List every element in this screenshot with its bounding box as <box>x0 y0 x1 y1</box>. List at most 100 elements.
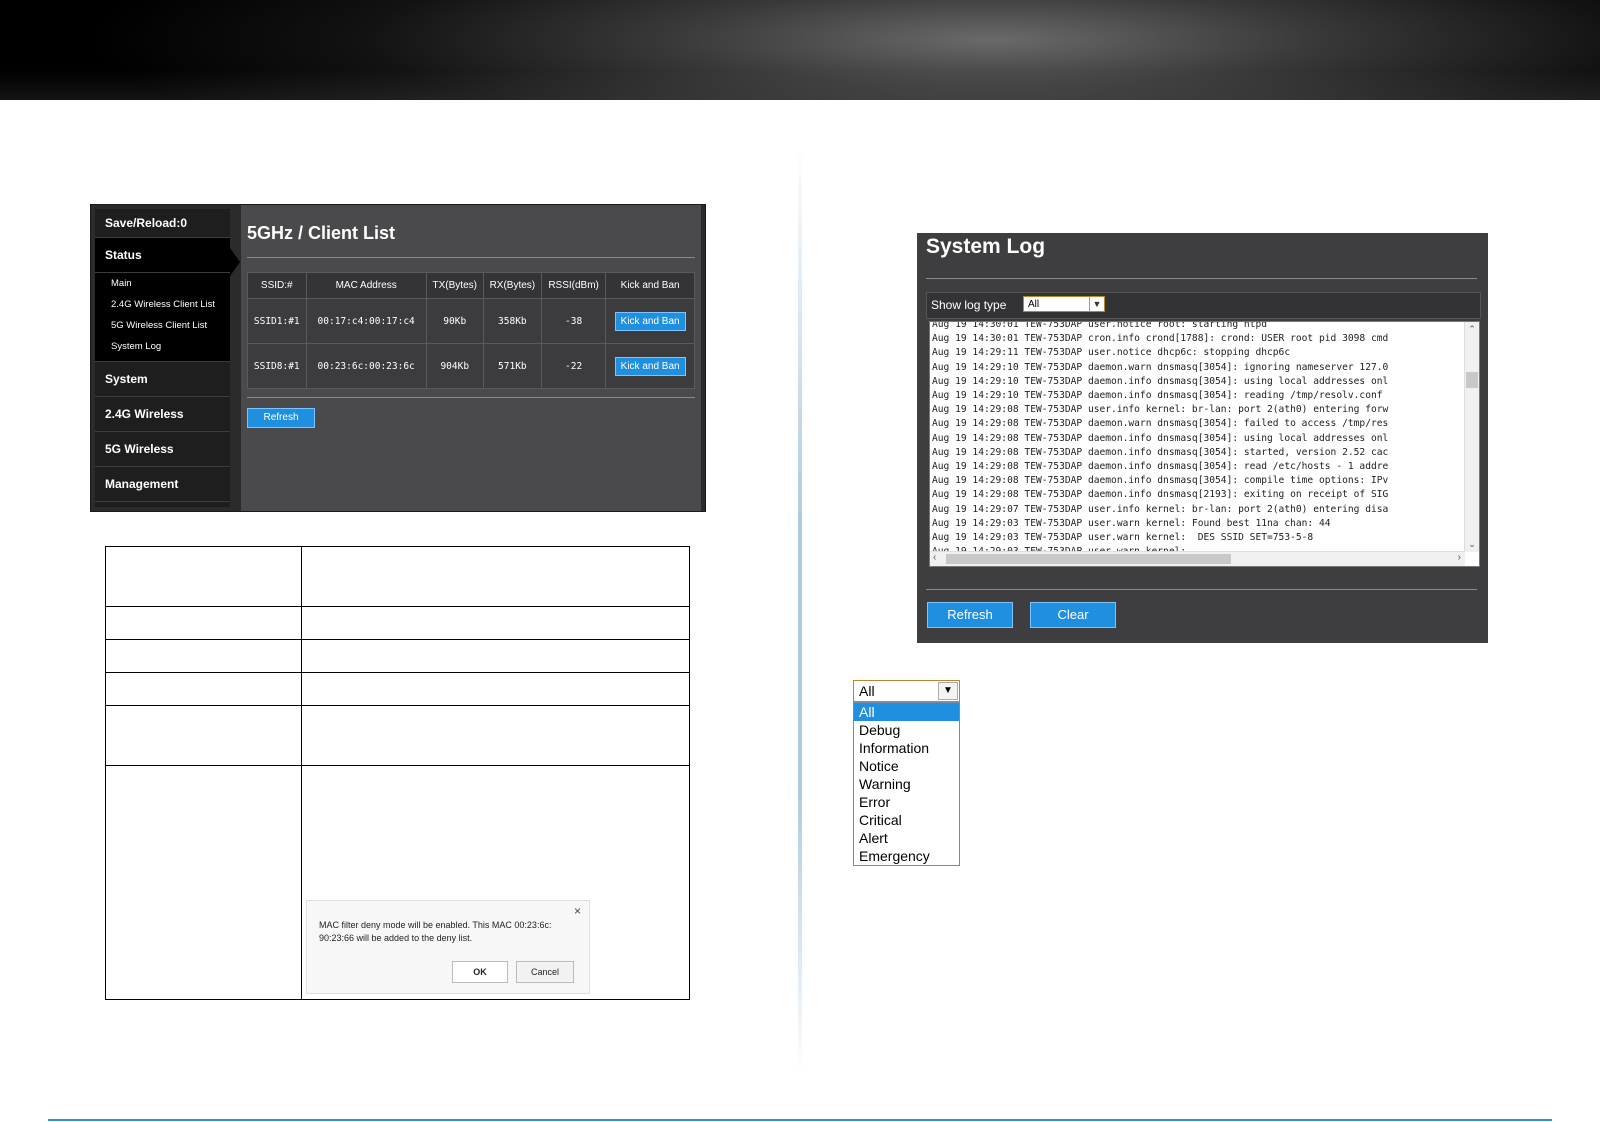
column-header: RSSI(dBm) <box>540 272 607 299</box>
header-banner <box>0 0 1600 100</box>
table-cell <box>105 765 302 1000</box>
client-list-content: 5GHz / Client List SSID:# MAC Address TX… <box>241 205 701 511</box>
mac-cell: 00:17:c4:00:17:c4 <box>305 298 427 344</box>
column-header: MAC Address <box>305 272 427 299</box>
nav-24g-wireless[interactable]: 2.4G Wireless <box>95 397 230 432</box>
chevron-down-icon[interactable]: ▼ <box>938 682 958 700</box>
table-cell <box>105 705 302 766</box>
table-cell <box>105 606 302 640</box>
table-cell <box>105 639 302 673</box>
dropdown-option[interactable]: Information <box>854 739 959 757</box>
nav-status[interactable]: Status <box>95 238 240 276</box>
table-cell <box>105 672 302 706</box>
nav-item-system-log[interactable]: System Log <box>95 336 230 357</box>
log-text: Aug 19 14:30:01 TEW-753DAP user.notice r… <box>932 321 1389 557</box>
log-filter-bar: Show log type All ▼ <box>926 292 1481 319</box>
deny-confirm-dialog: × MAC filter deny mode will be enabled. … <box>306 900 590 994</box>
save-reload-link[interactable]: Save/Reload:0 <box>95 209 230 238</box>
nav-management[interactable]: Management <box>95 467 230 502</box>
sidebar-nav: Save/Reload:0 Status Main 2.4G Wireless … <box>95 209 240 507</box>
rssi-cell: -38 <box>540 298 607 344</box>
page-title: 5GHz / Client List <box>247 223 396 243</box>
log-type-dropdown: All ▼ All Debug Information Notice Warning Er… <box>853 680 960 866</box>
rx-cell: 358Kb <box>482 298 542 344</box>
log-type-value: All <box>1028 299 1040 310</box>
column-header: RX(Bytes) <box>482 272 542 299</box>
ssid-cell: SSID1:#1 <box>247 298 307 344</box>
table-row: SSID1:#1 00:17:c4:00:17:c4 90Kb 358Kb -3… <box>247 298 695 344</box>
page-divider <box>798 145 802 1075</box>
log-type-select[interactable]: All ▼ <box>1023 296 1105 312</box>
table-cell <box>301 672 690 706</box>
column-header: Kick and Ban <box>605 272 695 299</box>
vertical-scrollbar[interactable]: ⌃ ⌄ <box>1464 322 1479 552</box>
column-header: TX(Bytes) <box>425 272 484 299</box>
scroll-down-icon[interactable]: ⌄ <box>1465 539 1479 550</box>
nav-item-main[interactable]: Main <box>95 273 230 294</box>
log-type-select[interactable]: All ▼ <box>853 680 960 702</box>
rx-cell: 571Kb <box>482 343 542 389</box>
kick-and-ban-button[interactable]: Kick and Ban <box>614 356 686 376</box>
selected-value: All <box>859 683 875 699</box>
refresh-button[interactable]: Refresh <box>927 602 1013 628</box>
horizontal-scrollbar[interactable]: ‹ › <box>930 551 1465 566</box>
table-divider <box>247 397 695 398</box>
footer-line <box>48 1119 1552 1121</box>
scroll-left-icon[interactable]: ‹ <box>933 552 936 563</box>
table-row: SSID8:#1 00:23:6c:00:23:6c 904Kb 571Kb -… <box>247 343 695 389</box>
dropdown-option[interactable]: All <box>854 703 959 721</box>
scroll-thumb[interactable] <box>1466 372 1478 388</box>
table-cell <box>301 639 690 673</box>
close-icon[interactable]: × <box>574 904 581 918</box>
dropdown-option[interactable]: Alert <box>854 829 959 847</box>
scroll-up-icon[interactable]: ⌃ <box>1465 324 1479 335</box>
table-row <box>105 705 690 766</box>
refresh-button[interactable]: Refresh <box>247 408 315 428</box>
page-title: System Log <box>926 235 1046 258</box>
dropdown-option[interactable]: Debug <box>854 721 959 739</box>
dropdown-option[interactable]: Error <box>854 793 959 811</box>
client-table: SSID:# MAC Address TX(Bytes) RX(Bytes) R… <box>247 272 695 389</box>
cancel-button[interactable]: Cancel <box>516 961 574 983</box>
tx-cell: 90Kb <box>425 298 484 344</box>
table-cell <box>301 705 690 766</box>
nav-item-24g-client-list[interactable]: 2.4G Wireless Client List <box>95 294 230 315</box>
table-row <box>105 639 690 673</box>
action-cell: Kick and Ban <box>605 343 695 389</box>
nav-5g-wireless[interactable]: 5G Wireless <box>95 432 230 467</box>
table-row <box>105 606 690 640</box>
dropdown-option[interactable]: Notice <box>854 757 959 775</box>
nav-system[interactable]: System <box>95 362 230 397</box>
nav-item-5g-client-list[interactable]: 5G Wireless Client List <box>95 315 230 336</box>
dialog-message: MAC filter deny mode will be enabled. Th… <box>319 920 552 943</box>
ok-button[interactable]: OK <box>452 961 508 983</box>
title-divider <box>926 278 1477 279</box>
kick-and-ban-button[interactable]: Kick and Ban <box>614 311 686 331</box>
chevron-down-icon: ▼ <box>1089 297 1104 311</box>
table-row <box>105 672 690 706</box>
log-divider <box>926 589 1477 590</box>
nav-status-submenu: Main 2.4G Wireless Client List 5G Wirele… <box>95 273 230 362</box>
table-cell <box>105 546 302 607</box>
table-row <box>105 546 690 607</box>
rssi-cell: -22 <box>540 343 607 389</box>
table-cell <box>301 606 690 640</box>
column-header: SSID:# <box>247 272 307 299</box>
scroll-right-icon[interactable]: › <box>1458 552 1461 563</box>
scroll-thumb[interactable] <box>946 554 1231 564</box>
table-cell <box>301 546 690 607</box>
title-divider <box>247 257 695 258</box>
tx-cell: 904Kb <box>425 343 484 389</box>
dropdown-option[interactable]: Warning <box>854 775 959 793</box>
dropdown-options: All Debug Information Notice Warning Error Cri… <box>853 702 960 866</box>
log-type-label: Show log type <box>931 298 1007 312</box>
dropdown-option[interactable]: Critical <box>854 811 959 829</box>
ssid-cell: SSID8:#1 <box>247 343 307 389</box>
clear-button[interactable]: Clear <box>1030 602 1116 628</box>
log-textarea[interactable]: Aug 19 14:30:01 TEW-753DAP user.notice r… <box>929 321 1480 567</box>
dropdown-option[interactable]: Emergency <box>854 847 959 865</box>
client-list-screenshot: Save/Reload:0 Status Main 2.4G Wireless … <box>90 204 706 512</box>
action-cell: Kick and Ban <box>605 298 695 344</box>
table-header-row: SSID:# MAC Address TX(Bytes) RX(Bytes) R… <box>247 272 695 299</box>
mac-cell: 00:23:6c:00:23:6c <box>305 343 427 389</box>
